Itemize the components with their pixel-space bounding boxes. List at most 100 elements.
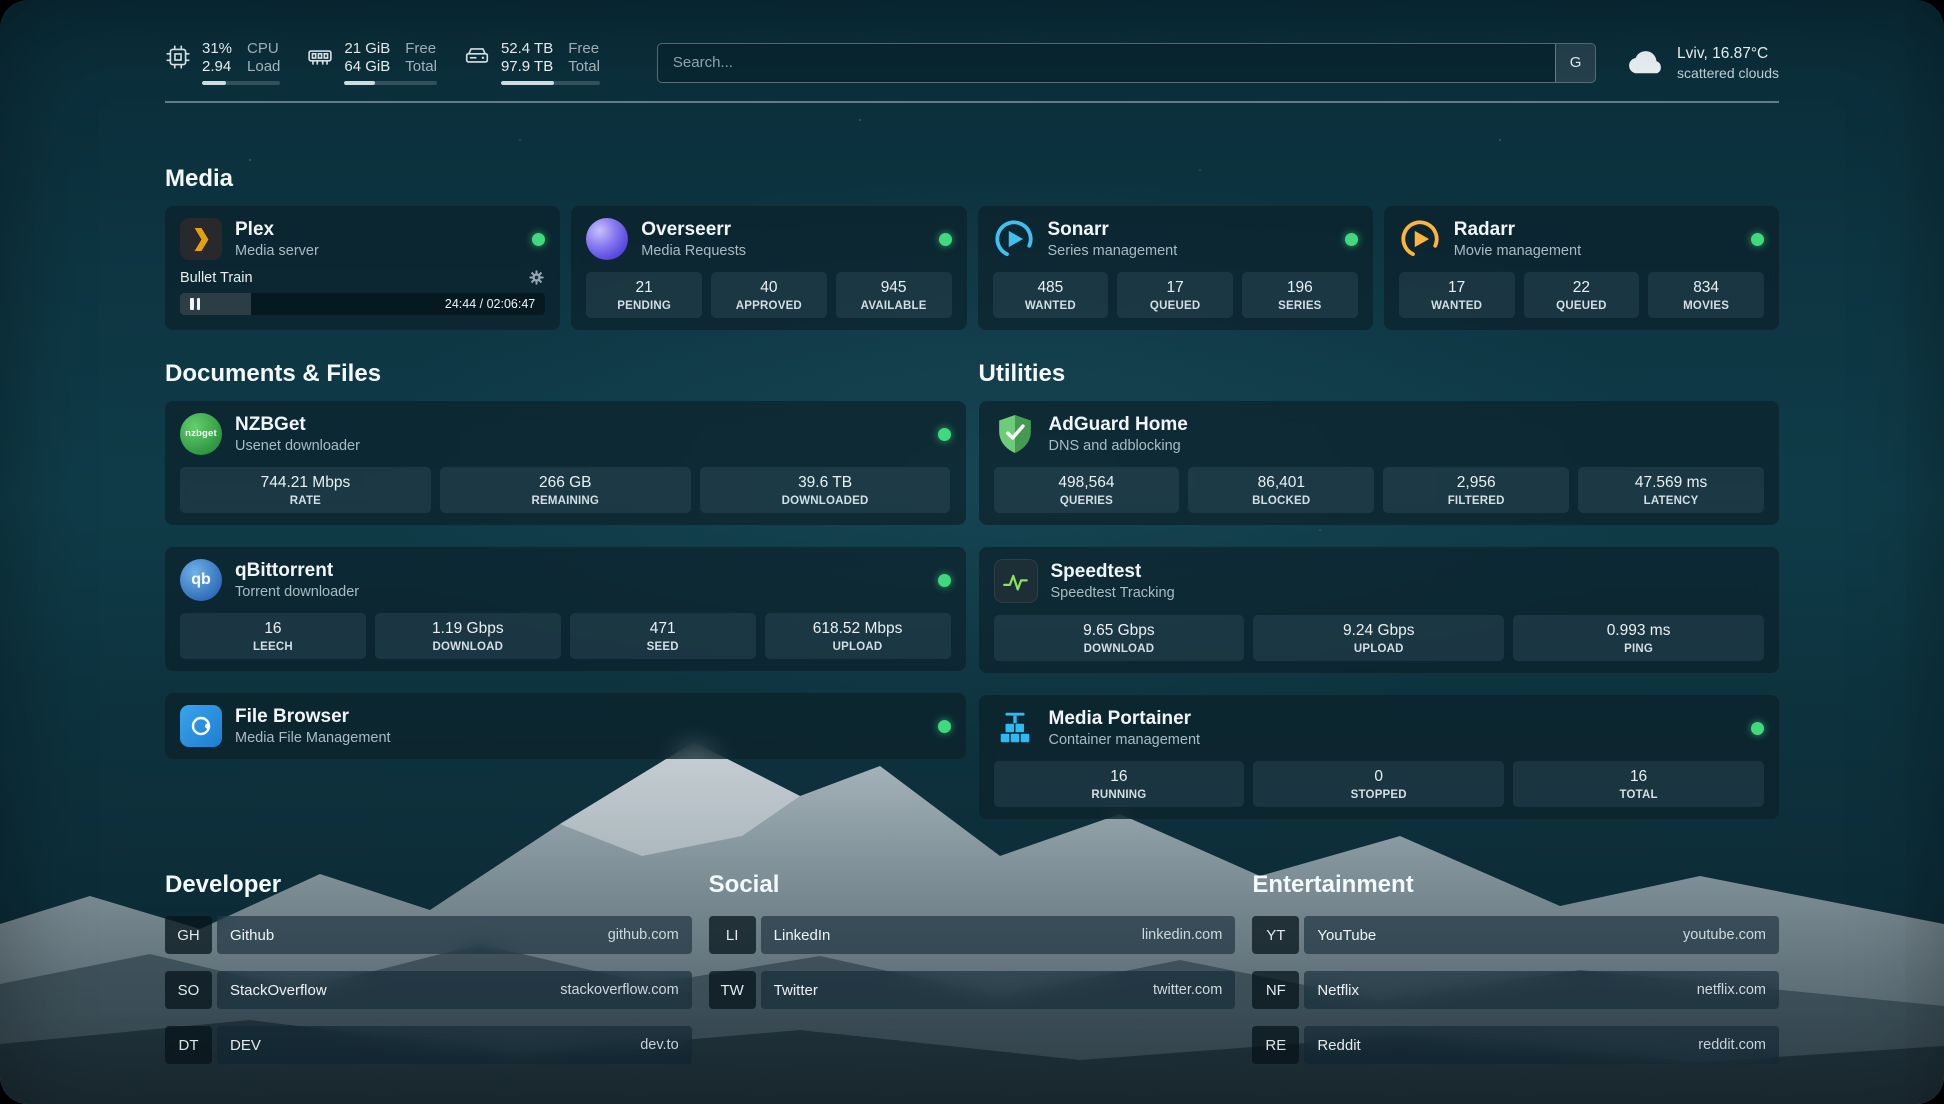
now-playing-title: Bullet Train <box>180 270 253 286</box>
link-row-linkedin[interactable]: LI LinkedIn linkedin.com <box>709 916 1236 954</box>
storage-progress-bar <box>501 81 600 85</box>
service-title: Media Portainer <box>1049 708 1201 729</box>
link-row-github[interactable]: GH Github github.com <box>165 916 692 954</box>
qbittorrent-icon: qb <box>180 559 222 601</box>
memory-icon <box>307 44 333 70</box>
memory-free-value: 21 GiB <box>344 40 390 57</box>
stat-stopped: 0 STOPPED <box>1253 761 1504 807</box>
github-icon: GH <box>165 916 212 954</box>
service-subtitle: Media server <box>235 243 319 259</box>
section-utilities: Utilities <box>979 360 1780 819</box>
status-dot <box>939 233 952 246</box>
section-title-utilities: Utilities <box>979 360 1780 388</box>
stat-latency: 47.569 ms LATENCY <box>1578 467 1764 513</box>
search-engine-button[interactable]: G <box>1555 44 1595 82</box>
stat-series: 196 SERIES <box>1242 272 1358 318</box>
memory-label-1: Free <box>405 40 437 57</box>
stat-running: 16 RUNNING <box>994 761 1245 807</box>
service-subtitle: DNS and adblocking <box>1049 438 1188 454</box>
sonarr-card[interactable]: Sonarr Series management 485 WANTED 17 Q… <box>978 206 1373 330</box>
stat-downloaded: 39.6 TB DOWNLOADED <box>700 467 951 513</box>
service-title: AdGuard Home <box>1049 414 1188 435</box>
weather-location: Lviv, 16.87°C <box>1677 45 1779 63</box>
memory-progress-bar <box>344 81 437 85</box>
filebrowser-card[interactable]: File Browser Media File Management <box>165 693 966 759</box>
service-subtitle: Speedtest Tracking <box>1051 585 1175 601</box>
sonarr-icon <box>993 218 1035 260</box>
stat-remaining: 266 GB REMAINING <box>440 467 691 513</box>
section-title-entertainment: Entertainment <box>1252 871 1779 899</box>
speedtest-icon <box>994 559 1038 603</box>
link-row-netflix[interactable]: NF Netflix netflix.com <box>1252 971 1779 1009</box>
link-row-dev[interactable]: DT DEV dev.to <box>165 1026 692 1064</box>
link-row-twitter[interactable]: TW Twitter twitter.com <box>709 971 1236 1009</box>
stat-movies: 834 MOVIES <box>1648 272 1764 318</box>
cpu-load-value: 2.94 <box>202 58 232 75</box>
service-title: Overseerr <box>641 219 746 240</box>
plex-icon <box>180 218 222 260</box>
memory-label-2: Total <box>405 58 437 75</box>
weather-widget: Lviv, 16.87°C scattered clouds <box>1626 45 1779 81</box>
storage-free-value: 52.4 TB <box>501 40 553 57</box>
section-documents: Documents & Files nzbget NZBGet Usenet d… <box>165 360 966 759</box>
service-title: Plex <box>235 219 319 240</box>
service-subtitle: Media Requests <box>641 243 746 259</box>
memory-widget: 21 GiB Free 64 GiB Total <box>307 40 437 85</box>
adguard-card[interactable]: AdGuard Home DNS and adblocking 498,564 … <box>979 401 1780 525</box>
section-title-social: Social <box>709 871 1236 899</box>
stat-blocked: 86,401 BLOCKED <box>1188 467 1374 513</box>
service-subtitle: Media File Management <box>235 730 391 746</box>
nzbget-card[interactable]: nzbget NZBGet Usenet downloader 744.21 M… <box>165 401 966 525</box>
portainer-card[interactable]: Media Portainer Container management 16 … <box>979 695 1780 819</box>
link-row-youtube[interactable]: YT YouTube youtube.com <box>1252 916 1779 954</box>
filebrowser-icon <box>180 705 222 747</box>
service-title: Speedtest <box>1051 561 1175 582</box>
storage-progress-fill <box>501 81 554 85</box>
status-dot <box>1751 233 1764 246</box>
link-row-stackoverflow[interactable]: SO StackOverflow stackoverflow.com <box>165 971 692 1009</box>
topbar: 31% CPU 2.94 Load <box>165 40 1779 85</box>
cpu-widget: 31% CPU 2.94 Load <box>165 40 280 85</box>
gear-icon[interactable] <box>528 269 545 286</box>
stat-approved: 40 APPROVED <box>711 272 827 318</box>
youtube-icon: YT <box>1252 916 1299 954</box>
cpu-label-2: Load <box>247 58 280 75</box>
speedtest-card[interactable]: Speedtest Speedtest Tracking 9.65 Gbps D… <box>979 547 1780 673</box>
stat-download: 1.19 Gbps DOWNLOAD <box>375 613 561 659</box>
stat-wanted: 485 WANTED <box>993 272 1109 318</box>
section-title-documents: Documents & Files <box>165 360 966 388</box>
cpu-label-1: CPU <box>247 40 280 57</box>
weather-condition: scattered clouds <box>1677 65 1779 81</box>
service-subtitle: Usenet downloader <box>235 438 360 454</box>
radarr-card[interactable]: Radarr Movie management 17 WANTED 22 QUE… <box>1384 206 1779 330</box>
pause-icon[interactable] <box>190 298 200 310</box>
storage-label-1: Free <box>568 40 600 57</box>
qbittorrent-card[interactable]: qb qBittorrent Torrent downloader 16 <box>165 547 966 671</box>
stat-pending: 21 PENDING <box>586 272 702 318</box>
overseerr-card[interactable]: Overseerr Media Requests 21 PENDING 40 A… <box>571 206 966 330</box>
playback-progress-bar[interactable]: 24:44 / 02:06:47 <box>180 293 545 315</box>
plex-now-playing: Bullet Train <box>180 269 545 286</box>
stat-total: 16 TOTAL <box>1513 761 1764 807</box>
link-row-reddit[interactable]: RE Reddit reddit.com <box>1252 1026 1779 1064</box>
service-subtitle: Series management <box>1048 243 1178 259</box>
reddit-icon: RE <box>1252 1026 1299 1064</box>
stat-download: 9.65 Gbps DOWNLOAD <box>994 615 1245 661</box>
cpu-progress-fill <box>202 81 226 85</box>
adguard-icon <box>994 413 1036 455</box>
status-dot <box>938 720 951 733</box>
cpu-progress-bar <box>202 81 280 85</box>
search-input[interactable] <box>658 44 1555 82</box>
memory-total-value: 64 GiB <box>344 58 390 75</box>
cpu-usage-value: 31% <box>202 40 232 57</box>
storage-widget: 52.4 TB Free 97.9 TB Total <box>464 40 600 85</box>
stat-available: 945 AVAILABLE <box>836 272 952 318</box>
service-title: qBittorrent <box>235 560 359 581</box>
dev-icon: DT <box>165 1026 212 1064</box>
netflix-icon: NF <box>1252 971 1299 1009</box>
memory-progress-fill <box>344 81 375 85</box>
service-title: File Browser <box>235 706 391 727</box>
plex-card[interactable]: Plex Media server Bullet Train <box>165 206 560 330</box>
section-social: Social LI LinkedIn linkedin.com TW Twitt… <box>709 871 1236 1026</box>
cpu-icon <box>165 44 191 70</box>
